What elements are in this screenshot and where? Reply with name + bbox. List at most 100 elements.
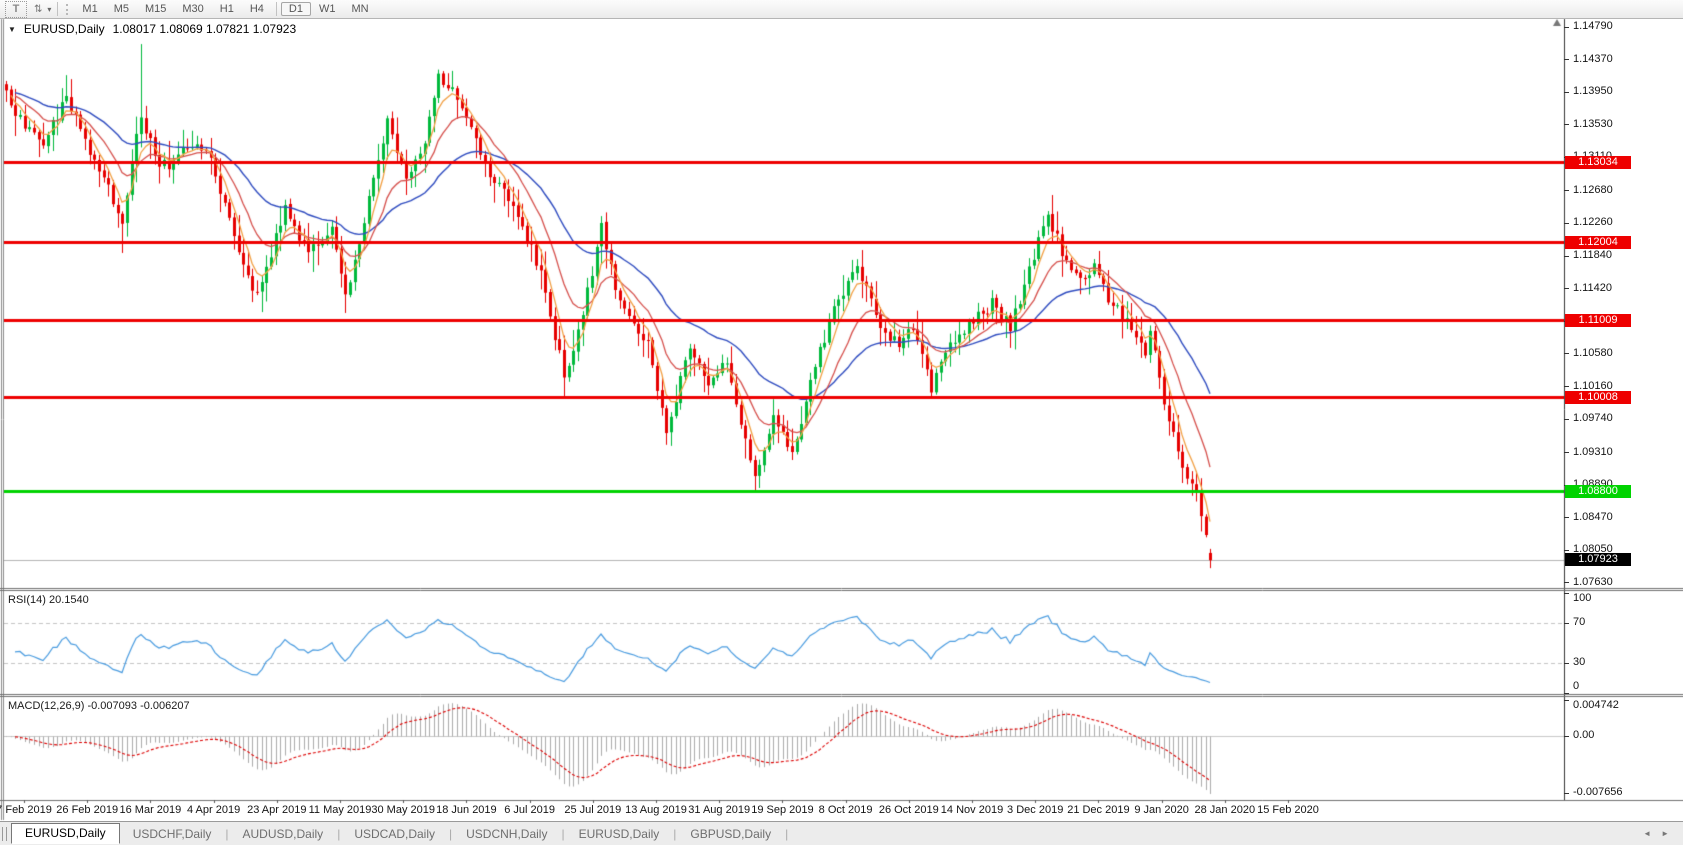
timeframe-button-m5[interactable]: M5 [106,2,137,16]
tab-separator: | [784,827,789,841]
rsi-axis-tick-mark [1564,663,1569,664]
time-axis-label: 14 Nov 2019 [941,804,1003,816]
time-axis-label: 31 Aug 2019 [688,804,750,816]
rsi-axis-tick-label: 100 [1573,592,1591,604]
time-axis-label: 23 Apr 2019 [247,804,306,816]
price-axis-tick-mark [1564,256,1569,257]
time-axis-label: 21 Dec 2019 [1067,804,1129,816]
price-level-label: 1.13034 [1565,156,1631,169]
rsi-axis-tick-mark [1564,593,1569,594]
timeframe-button-h1[interactable]: H1 [212,2,242,16]
toolbar: T ⇅ ▾ M1M5M15M30H1H4 D1W1MN [0,0,1683,19]
price-axis-tick-mark [1564,27,1569,28]
tab-scroll-arrows: ◄ ► [1643,829,1669,838]
chart-tab-usdcnh-4[interactable]: USDCNH,Daily [453,824,560,844]
macd-indicator-label: MACD(12,26,9) -0.007093 -0.006207 [8,700,190,712]
chart-title-dropdown-icon[interactable]: ▼ [8,25,16,34]
time-axis-label: 16 Mar 2019 [120,804,182,816]
price-level-label: 1.12004 [1565,236,1631,249]
price-axis-tick-label: 1.09740 [1573,412,1613,424]
text-tool-button[interactable]: T [5,1,27,18]
timeframe-button-d1[interactable]: D1 [281,2,311,16]
chart-tab-bar: EURUSD,DailyUSDCHF,Daily|AUDUSD,Daily|US… [0,821,1683,845]
time-axis-label: 30 May 2019 [371,804,435,816]
price-axis-tick-mark [1564,288,1569,289]
rsi-axis-tick-label: 0 [1573,680,1579,692]
chart-ohlc-values: 1.08017 1.08069 1.07821 1.07923 [113,22,297,36]
price-axis-tick-label: 1.08470 [1573,511,1613,523]
timeframe-button-w1[interactable]: W1 [311,2,344,16]
timeframe-button-m30[interactable]: M30 [174,2,211,16]
chart-tab-gbpusd-6[interactable]: GBPUSD,Daily [677,824,784,844]
chart-overlays: ▼ EURUSD,Daily 1.08017 1.08069 1.07821 1… [0,0,1683,844]
timeframe-button-m1[interactable]: M1 [74,2,105,16]
rsi-axis-tick-mark [1564,623,1569,624]
chart-tab-eurusd-0[interactable]: EURUSD,Daily [11,823,120,844]
price-axis-tick-label: 1.13950 [1573,85,1613,97]
price-axis-tick-mark [1564,223,1569,224]
price-axis-tick-label: 1.14790 [1573,20,1613,32]
price-level-label: 1.10008 [1565,391,1631,404]
price-axis-tick-mark [1564,190,1569,191]
price-axis-tick-label: 1.09310 [1573,446,1613,458]
price-axis-tick-mark [1564,386,1569,387]
timeframe-button-m15[interactable]: M15 [137,2,174,16]
time-axis-label: 6 Jul 2019 [504,804,555,816]
price-level-label: 1.11009 [1565,314,1631,327]
price-axis-tick-mark [1564,124,1569,125]
price-axis-tick-mark [1564,452,1569,453]
time-axis-label: 4 Apr 2019 [187,804,240,816]
arrows-tool-button[interactable]: ⇅ [31,2,45,17]
chart-tab-usdcad-3[interactable]: USDCAD,Daily [341,824,448,844]
macd-axis-tick-mark [1564,793,1569,794]
tab-scroll-left-icon[interactable]: ◄ [1643,829,1651,838]
rsi-axis-tick-mark [1564,693,1569,694]
chart-tab-audusd-2[interactable]: AUDUSD,Daily [230,824,337,844]
arrows-dropdown-icon[interactable]: ▾ [45,5,53,14]
toolbar-separator [57,2,58,16]
price-axis-tick-label: 1.11420 [1573,282,1612,294]
time-axis-label: 28 Jan 2020 [1195,804,1256,816]
chart-tab-usdchf-1[interactable]: USDCHF,Daily [120,824,225,844]
toolbar-grip [66,4,70,15]
macd-axis-tick-label: 0.00 [1573,729,1594,741]
price-axis-tick-label: 1.12680 [1573,184,1613,196]
price-axis-tick-label: 1.10160 [1573,380,1613,392]
price-axis-tick-mark [1564,517,1569,518]
tab-bar-grip[interactable] [2,827,7,841]
price-axis-tick-label: 1.07630 [1573,576,1613,588]
chart-symbol-label: EURUSD,Daily [24,22,105,36]
rsi-axis-tick-label: 70 [1573,616,1585,628]
rsi-axis-tick-label: 30 [1573,656,1585,668]
chart-title: ▼ EURUSD,Daily 1.08017 1.08069 1.07821 1… [8,22,296,36]
price-axis-tick-label: 1.14370 [1573,53,1613,65]
time-axis-label: 7 Feb 2019 [0,804,52,816]
chart-tab-eurusd-5[interactable]: EURUSD,Daily [566,824,673,844]
time-axis-label: 26 Feb 2019 [56,804,118,816]
rsi-indicator-label: RSI(14) 20.1540 [8,594,89,606]
time-axis-label: 26 Oct 2019 [879,804,939,816]
time-axis-label: 25 Jul 2019 [564,804,621,816]
price-axis-tick-mark [1564,550,1569,551]
price-axis-tick-mark [1564,59,1569,60]
price-axis-tick-label: 1.13530 [1573,118,1613,130]
tab-scroll-right-icon[interactable]: ► [1661,829,1669,838]
macd-axis-tick-mark [1564,736,1569,737]
time-axis-label: 13 Aug 2019 [625,804,687,816]
price-axis-tick-mark [1564,582,1569,583]
timeframe-button-h4[interactable]: H4 [242,2,272,16]
time-axis-label: 8 Oct 2019 [819,804,873,816]
macd-axis-tick-mark [1564,700,1569,701]
time-axis-label: 19 Sep 2019 [751,804,813,816]
price-axis-tick-label: 1.10580 [1573,347,1613,359]
time-axis-label: 11 May 2019 [309,804,372,816]
timeframe-button-mn[interactable]: MN [343,2,376,16]
price-level-label: 1.08800 [1565,485,1631,498]
chart-tabs: EURUSD,DailyUSDCHF,Daily|AUDUSD,Daily|US… [11,823,789,844]
current-price-label: 1.07923 [1565,553,1631,566]
mt4-terminal: { "toolbar": { "text_tool_label": "T", "… [0,0,1683,844]
time-axis-label: 15 Feb 2020 [1257,804,1319,816]
toolbar-separator [276,2,277,16]
macd-axis-tick-label: -0.007656 [1573,786,1623,798]
price-axis-tick-label: 1.12260 [1573,216,1613,228]
